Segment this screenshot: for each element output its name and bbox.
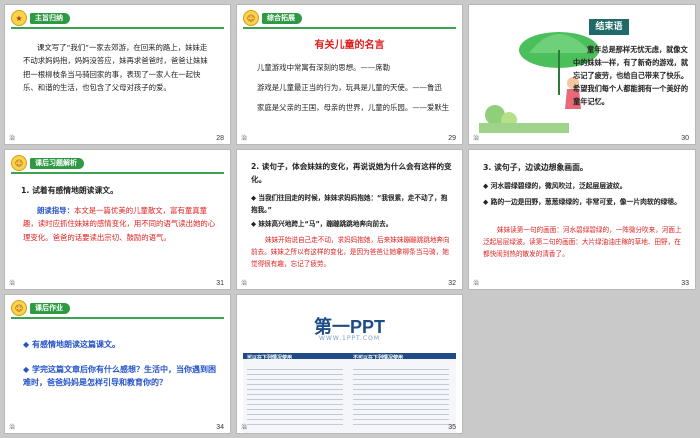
bullet-1: ◆ 当我们往回走的时候，妹妹求妈妈抱她：“我很累，走不动了，抱抱我。”	[251, 194, 448, 214]
slide-30[interactable]: 结束语 童年总是那样无忧无虑，就像文中的妹妹一样，有了新奇的游戏，就忘记了疲劳，…	[468, 4, 696, 145]
slide-33[interactable]: 3. 读句子，边读边想象画面。 ◆ 河水碧绿碧绿的，微风吹过，泛起层层波纹。 ◆…	[468, 149, 696, 290]
slide-number: 28	[216, 135, 224, 142]
heading-label: 主旨归纳	[30, 12, 70, 24]
slide-28[interactable]: ★ 主旨归纳 课文写了“我们”一家去郊游，在回来的路上，妹妹走不动求妈妈抱，妈妈…	[4, 4, 231, 145]
quote-3: 家庭是父亲的王国，母亲的世界，儿童的乐园。——爱默生	[257, 103, 450, 112]
quotes-title: 有关儿童的名言	[314, 40, 385, 51]
bullet-2-text: 妹妹高兴地跨上“马”，蹦蹦跳跳地奔向前去。	[258, 220, 393, 228]
badge-icon: ☺	[243, 10, 259, 26]
footer-mark: 治	[241, 280, 248, 287]
badge-icon: ★	[11, 10, 27, 26]
question: 1. 试着有感情地朗读课文。	[21, 186, 118, 195]
diamond-bullet-icon: ◆	[23, 365, 30, 374]
heading-label: 综合拓展	[262, 12, 302, 24]
bullet-1-text: 河水碧绿碧绿的，微风吹过，泛起层层波纹。	[490, 182, 627, 190]
question: 3. 读句子，边读边想象画面。	[483, 163, 588, 172]
badge-icon: ☺	[11, 155, 27, 171]
divider	[11, 317, 224, 319]
guide-label: 朗读指导：	[37, 206, 74, 215]
slide-number: 32	[448, 280, 456, 287]
homework-item-1: ◆ 有感情地朗读这篇课文。	[23, 339, 220, 350]
summary-text: 课文写了“我们”一家去郊游，在回来的路上，妹妹走不动求妈妈抱，妈妈没答应，妹再求…	[23, 43, 208, 92]
divider	[11, 27, 224, 29]
divider	[11, 172, 224, 174]
section-heading: ☺ 课后作业	[11, 300, 70, 316]
allowed-list	[247, 365, 343, 425]
section-heading: ☺ 综合拓展	[243, 10, 302, 26]
bullet-1: ◆ 河水碧绿碧绿的，微风吹过，泛起层层波纹。	[483, 182, 627, 190]
closing-text: 童年总是那样无忧无虑，就像文中的妹妹一样，有了新奇的游戏，就忘记了疲劳，也给自己…	[573, 45, 689, 106]
diamond-bullet-icon: ◆	[23, 340, 30, 349]
slide-35[interactable]: 第一PPT WWW.1PPT.COM 可以在下列情况使用 不可以在下列情况使用 …	[236, 294, 463, 434]
divider	[243, 27, 456, 29]
disallowed-heading: 不可以在下列情况使用	[353, 355, 404, 361]
homework-item-2-text: 学完这篇文章后你有什么感想？生活中，当你遇到困难时，爸爸妈妈是怎样引导和教育你的…	[23, 365, 216, 387]
footer-mark: 治	[473, 135, 480, 142]
footer-mark: 治	[9, 424, 16, 431]
heading-label: 课后作业	[30, 302, 70, 314]
slide-29[interactable]: ☺ 综合拓展 有关儿童的名言 儿童游戏中常寓有深刻的思想。——席勒 游戏是儿童最…	[236, 4, 463, 145]
homework-item-1-text: 有感情地朗读这篇课文。	[31, 340, 120, 349]
quote-2: 游戏是儿童最正当的行为，玩具是儿童的天使。——鲁迅	[257, 83, 442, 92]
slide-number: 33	[681, 280, 689, 287]
bullet-2: ◆ 路的一边是田野，葱葱绿绿的，非常可爱，像一片肉软的绿毯。	[483, 198, 681, 206]
footer-mark: 治	[241, 135, 248, 142]
footer-mark: 治	[241, 424, 248, 431]
badge-icon: ☺	[11, 300, 27, 316]
slide-34[interactable]: ☺ 课后作业 ◆ 有感情地朗读这篇课文。 ◆ 学完这篇文章后你有什么感想？生活中…	[4, 294, 231, 434]
slide-number: 35	[448, 424, 456, 431]
homework-item-2: ◆ 学完这篇文章后你有什么感想？生活中，当你遇到困难时，爸爸妈妈是怎样引导和教育…	[23, 363, 218, 389]
answer-text: 妹妹开始说自己走不动，求妈妈抱她，后来妹妹蹦蹦跳跳地奔向前去。妹妹之所以有这样的…	[251, 236, 450, 268]
section-heading: ★ 主旨归纳	[11, 10, 70, 26]
bullet-2-text: 路的一边是田野，葱葱绿绿的，非常可爱，像一片肉软的绿毯。	[490, 198, 681, 206]
slide-number: 30	[681, 135, 689, 142]
slide-32[interactable]: 2. 读句子，体会妹妹的变化，再说说她为什么会有这样的变化。 ◆ 当我们往回走的…	[236, 149, 463, 290]
section-heading: ☺ 课后习题解析	[11, 155, 84, 171]
footer-mark: 治	[9, 280, 16, 287]
slide-number: 29	[448, 135, 456, 142]
heading-box: 结束语	[589, 19, 629, 35]
answer-text: 妹妹读第一句的画面：河水碧绿碧绿的，一阵微分吹来，河面上泛起层层绿波。读第二句的…	[483, 226, 682, 258]
bullet-1-text: 当我们往回走的时候，妹妹求妈妈抱她：“我很累，走不动了，抱抱我。”	[251, 194, 448, 214]
guide-text: 朗读指导：本文是一篇优美的儿童散文，富有童真童趣，读时应抓住妹妹的感情变化，用不…	[23, 204, 216, 244]
bullet-2: ◆ 妹妹高兴地跨上“马”，蹦蹦跳跳地奔向前去。	[251, 220, 393, 228]
slide-number: 31	[216, 280, 224, 287]
slide-31[interactable]: ☺ 课后习题解析 1. 试着有感情地朗读课文。 朗读指导：本文是一篇优美的儿童散…	[4, 149, 231, 290]
allowed-heading: 可以在下列情况使用	[247, 355, 293, 361]
brand-url: WWW.1PPT.COM	[318, 335, 381, 342]
slide-number: 34	[216, 424, 224, 431]
info-panel: 可以在下列情况使用 不可以在下列情况使用	[243, 353, 456, 433]
footer-mark: 治	[473, 280, 480, 287]
heading-label: 课后习题解析	[30, 157, 84, 169]
question: 2. 读句子，体会妹妹的变化，再说说她为什么会有这样的变化。	[251, 162, 452, 185]
disallowed-list	[353, 365, 449, 425]
quote-1: 儿童游戏中常寓有深刻的思想。——席勒	[257, 63, 391, 72]
empty-slot	[468, 294, 696, 434]
footer-mark: 治	[9, 135, 16, 142]
